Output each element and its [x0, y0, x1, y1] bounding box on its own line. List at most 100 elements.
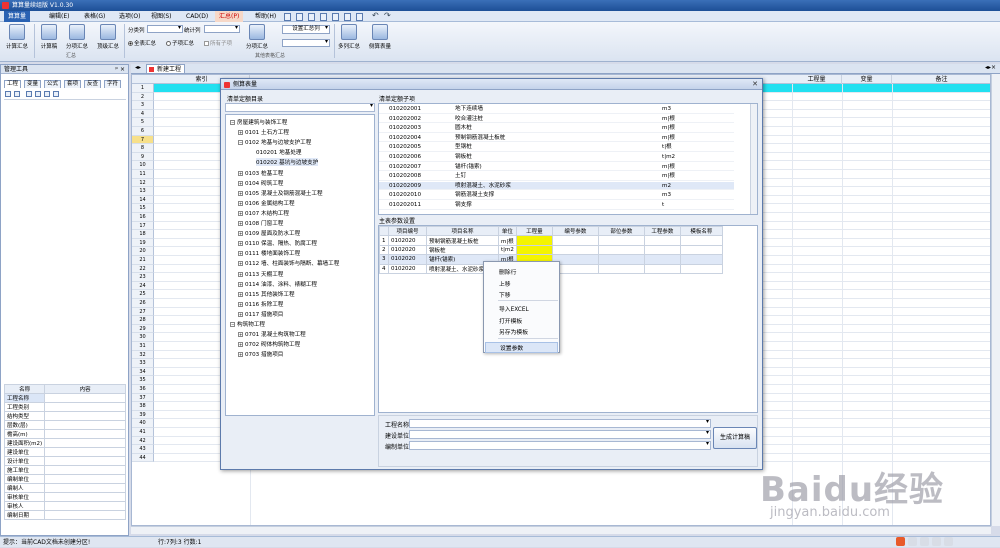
column-header[interactable]: 编号参数	[551, 226, 599, 237]
param-name[interactable]: 预制钢筋混凝土板桩	[426, 235, 499, 246]
property-row[interactable]: 工程类别	[3, 402, 126, 412]
collapse-icon[interactable]: −	[230, 120, 235, 125]
list-item[interactable]: 010202010 钢筋混凝土支撑 m3	[379, 191, 734, 200]
mic-icon[interactable]	[920, 537, 929, 546]
param-cell[interactable]	[679, 244, 723, 256]
settings-icon[interactable]	[944, 537, 953, 546]
property-value[interactable]	[44, 411, 126, 421]
menu-item[interactable]: 帮助(H)	[251, 11, 280, 22]
property-row[interactable]: 审核单位	[3, 492, 126, 502]
tab-nav-icon[interactable]: ◂▸	[135, 64, 141, 71]
panel-tab[interactable]: 公式	[44, 80, 62, 88]
list-item[interactable]: 010202004 预制钢筋混凝土板桩 m|根	[379, 134, 734, 143]
list-scrollbar[interactable]	[750, 104, 757, 214]
param-cell[interactable]	[597, 254, 645, 265]
row-number[interactable]: 40	[132, 419, 154, 428]
collapse-icon[interactable]: −	[238, 140, 243, 146]
column-header[interactable]: 项目编号	[388, 226, 427, 237]
row-number[interactable]: 21	[132, 256, 154, 265]
save-icon[interactable]	[308, 13, 315, 21]
row-number[interactable]: 16	[132, 213, 154, 222]
expand-icon[interactable]: +	[238, 180, 243, 186]
expand-icon[interactable]: +	[238, 342, 243, 348]
undo-icon[interactable]: ↶	[372, 11, 379, 20]
part-sum2-button[interactable]: 分项汇总	[245, 24, 269, 50]
param-code[interactable]: 0102020	[388, 263, 427, 274]
table-row[interactable]: 2 0102020 钢板桩 t|m2	[379, 244, 723, 256]
import-icon[interactable]	[26, 91, 32, 97]
property-value[interactable]	[44, 474, 126, 484]
expand-icon[interactable]: +	[238, 170, 243, 176]
multi-col-button[interactable]: 多列汇总	[336, 24, 362, 50]
property-value[interactable]	[44, 447, 126, 457]
calc-sum-button[interactable]: 计算汇总	[4, 24, 30, 50]
menu-item[interactable]: 汇总(P)	[215, 11, 244, 22]
param-grid[interactable]: 项目编号 项目名称 单位 工程量 编号参数 部位参数 工程参数 模板名称 1 0102020 预制…	[378, 225, 758, 413]
param-cell[interactable]	[597, 235, 645, 246]
property-value[interactable]	[44, 501, 126, 511]
tree-node[interactable]: +0105 混凝土及钢筋混凝土工程	[238, 189, 323, 197]
tree-node[interactable]: +0115 其他装饰工程	[238, 290, 295, 298]
table-row[interactable]	[380, 367, 723, 376]
param-cell[interactable]	[597, 263, 645, 274]
cols-select[interactable]	[282, 38, 330, 47]
row-number[interactable]: 33	[132, 359, 154, 368]
expand-icon[interactable]: +	[238, 130, 243, 136]
property-row[interactable]: 建设单位	[3, 447, 126, 457]
row-number[interactable]: 30	[132, 333, 154, 342]
part-sum-button[interactable]: 分项汇总	[63, 24, 91, 50]
property-row[interactable]: 设计单位	[3, 456, 126, 466]
ime-icon[interactable]	[896, 537, 905, 546]
row-number[interactable]: 18	[132, 230, 154, 239]
all-sub-checkbox[interactable]: 所有子项	[204, 39, 232, 47]
tree-node[interactable]: +0702 砌体构筑物工程	[238, 340, 300, 348]
menu-item[interactable]: 视图(S)	[147, 11, 176, 22]
property-row[interactable]: 建设面积(m2)	[3, 438, 126, 448]
tree-node[interactable]: 010202 基坑与边坡支护	[256, 158, 319, 167]
property-value[interactable]	[44, 420, 126, 430]
expand-icon[interactable]: +	[238, 231, 243, 237]
property-row[interactable]: 编制单位	[3, 474, 126, 484]
tree-node[interactable]: −0102 地基与边坡支护工程	[238, 138, 311, 146]
list-item[interactable]: 010202007 锚杆(锚索) m|根	[379, 163, 734, 172]
row-number[interactable]: 28	[132, 316, 154, 325]
form-select[interactable]	[409, 429, 711, 439]
row-number[interactable]: 34	[132, 367, 154, 377]
settings-icon[interactable]	[356, 13, 363, 21]
tree-node[interactable]: − 房屋建筑与装饰工程	[230, 118, 287, 126]
row-number[interactable]: 41	[132, 428, 154, 437]
tree-node[interactable]: +0109 屋面及防水工程	[238, 229, 300, 237]
param-name[interactable]: 钢板桩	[426, 244, 499, 256]
property-row[interactable]: 檐高(m)	[3, 429, 126, 439]
column-header[interactable]: 部位参数	[597, 226, 645, 237]
table-row[interactable]	[380, 405, 723, 412]
property-value[interactable]	[44, 429, 126, 439]
panel-tab[interactable]: 工程	[4, 80, 22, 88]
row-number[interactable]: 17	[132, 221, 154, 231]
panel-tab[interactable]: 套项	[64, 80, 82, 88]
property-value[interactable]	[44, 483, 126, 493]
pin-icon[interactable]: ᵖ	[115, 65, 118, 74]
menu-item[interactable]: CAD(D)	[182, 11, 212, 22]
delete-icon[interactable]	[14, 91, 20, 97]
row-number[interactable]: 4	[132, 109, 154, 119]
tree-node[interactable]: +0107 木结构工程	[238, 209, 289, 217]
expand-icon[interactable]: +	[238, 311, 243, 317]
top-sum-button[interactable]: 顶级汇总	[94, 24, 122, 50]
property-value[interactable]	[44, 402, 126, 412]
category-select[interactable]	[147, 24, 183, 33]
param-quantity[interactable]	[515, 244, 553, 256]
row-number[interactable]: 3	[132, 101, 154, 110]
property-row[interactable]: 结构类型	[3, 411, 126, 421]
export-icon[interactable]	[35, 91, 41, 97]
list-item[interactable]: 010202008 土钉 m|根	[379, 172, 734, 181]
row-number[interactable]: 38	[132, 402, 154, 411]
column-header[interactable]: 单位	[498, 226, 517, 237]
row-number[interactable]: 7	[132, 135, 154, 145]
catalog-select[interactable]	[225, 102, 375, 112]
expand-icon[interactable]: +	[238, 261, 243, 267]
tree-node[interactable]: 010201 地基处理	[256, 148, 302, 156]
expand-icon[interactable]: +	[238, 301, 243, 307]
row-number[interactable]: 25	[132, 290, 154, 299]
calc-draft-button[interactable]: 计算稿	[38, 24, 60, 50]
